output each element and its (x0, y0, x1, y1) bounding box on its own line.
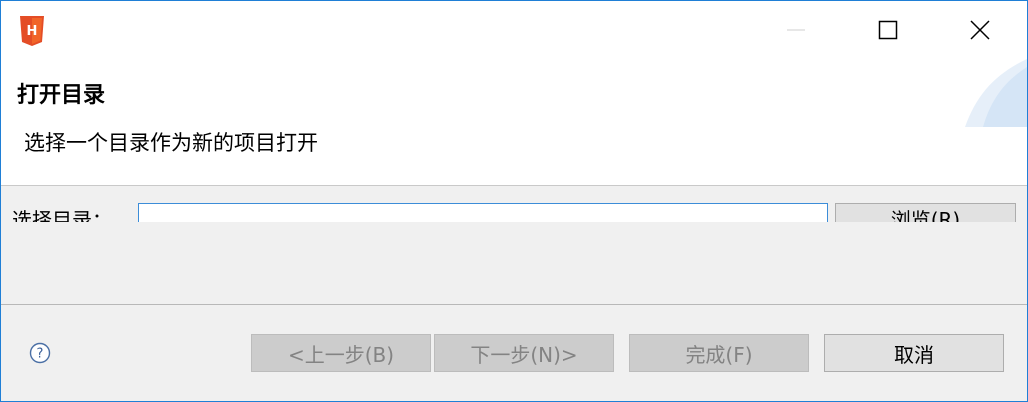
maximize-icon (878, 20, 898, 40)
next-button[interactable]: 下一步(N)> (434, 334, 614, 372)
minimize-icon (787, 29, 805, 31)
wizard-header: 打开目录 选择一个目录作为新的项目打开 (1, 59, 1027, 186)
directory-input[interactable] (138, 203, 828, 222)
finish-button[interactable]: 完成(F) (629, 334, 809, 372)
directory-row: 选择目录： 浏览(R) (1, 186, 1027, 222)
browse-button[interactable]: 浏览(R) (835, 203, 1016, 222)
page-title: 打开目录 (17, 83, 106, 108)
header-decoration (965, 59, 1027, 127)
close-button[interactable] (934, 1, 1026, 59)
open-directory-dialog: H 打开目录 选择一个目录作为新的项目打开 选择目录： 浏览(R) ? <上一步… (0, 0, 1028, 402)
maximize-button[interactable] (842, 1, 934, 59)
close-icon (970, 20, 990, 40)
svg-text:?: ? (37, 347, 44, 362)
title-bar: H (1, 1, 1027, 59)
cancel-button[interactable]: 取消 (824, 334, 1004, 372)
hbuilder-logo-icon: H (20, 16, 44, 46)
back-button[interactable]: <上一步(B) (251, 334, 431, 372)
svg-text:H: H (27, 24, 38, 39)
directory-label: 选择目录： (12, 208, 112, 222)
page-description: 选择一个目录作为新的项目打开 (24, 131, 318, 155)
help-icon[interactable]: ? (29, 342, 51, 364)
minimize-button[interactable] (750, 1, 842, 59)
form-area: 选择目录： 浏览(R) (1, 186, 1027, 305)
